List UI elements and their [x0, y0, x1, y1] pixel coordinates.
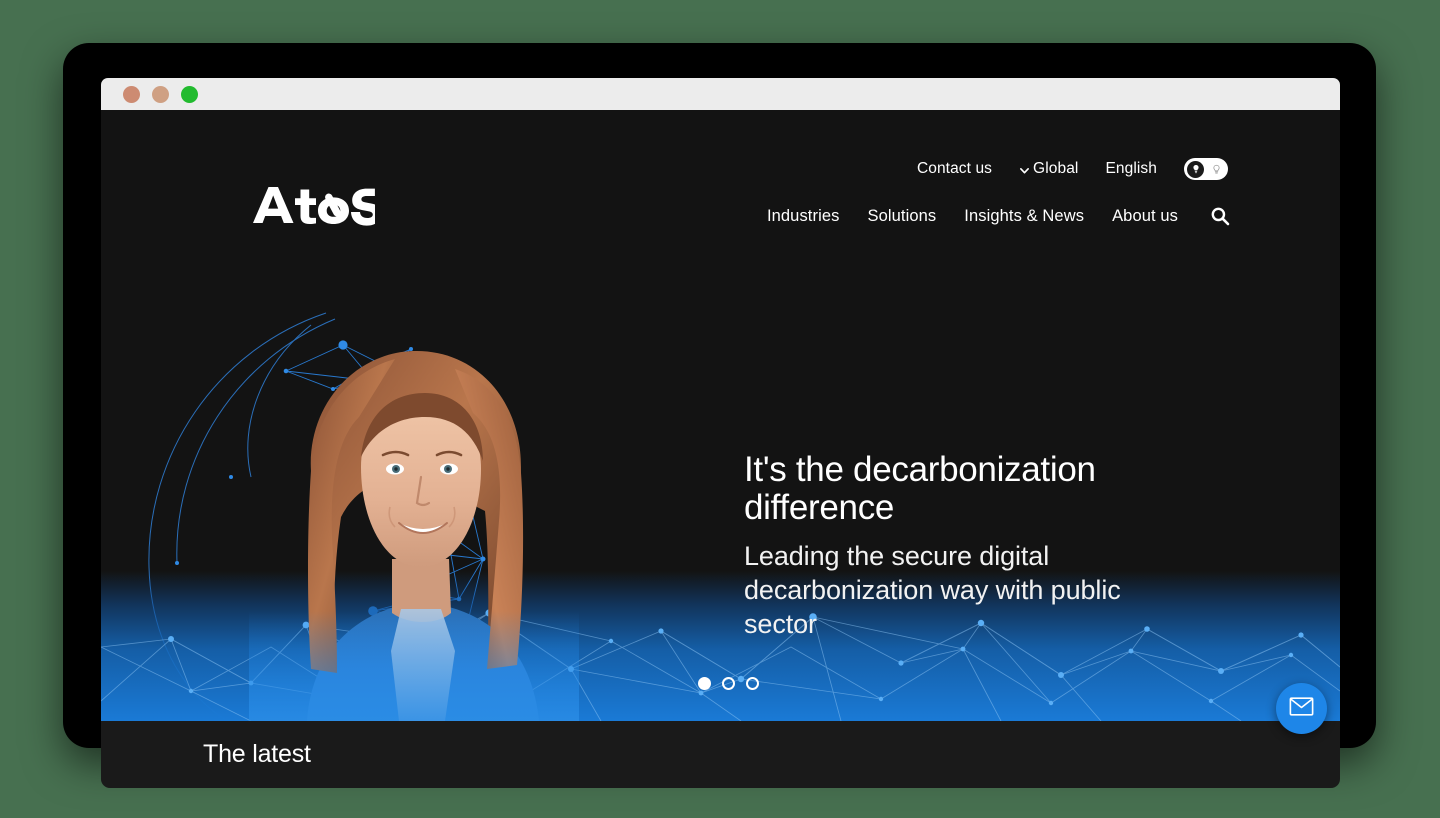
utility-link-region-selector[interactable]: Global [1019, 160, 1078, 178]
latest-section-title: The latest [203, 740, 311, 768]
hero-portrait-image [249, 350, 579, 721]
nav-item-about-us[interactable]: About us [1112, 207, 1178, 226]
hero-headline: It's the decarbonization difference [744, 450, 1096, 527]
carousel-dot-1[interactable] [698, 677, 711, 690]
chevron-down-icon [1019, 163, 1030, 174]
hero-text-block: It's the decarbonization difference Lead… [744, 451, 1164, 641]
carousel-dot-2[interactable] [722, 677, 735, 690]
nav-item-industries[interactable]: Industries [767, 207, 840, 226]
lightbulb-filled-icon [1187, 160, 1204, 178]
page-viewport: Contact us Global English Industries Sol… [101, 110, 1340, 721]
window-maximize-button[interactable] [181, 85, 198, 103]
envelope-icon [1289, 696, 1314, 721]
utility-navigation: Contact us Global English [917, 158, 1228, 180]
contact-floating-button[interactable] [1276, 683, 1327, 734]
atos-logo-wordmark [253, 187, 382, 226]
utility-link-contact-us[interactable]: Contact us [917, 160, 992, 178]
nav-item-insights-and-news[interactable]: Insights & News [964, 207, 1084, 226]
hero-banner: Contact us Global English Industries Sol… [101, 110, 1340, 721]
atos-logo[interactable] [251, 185, 382, 234]
carousel-dot-3[interactable] [746, 677, 759, 690]
window-minimize-button[interactable] [152, 85, 169, 103]
lightbulb-outline-icon [1211, 164, 1222, 175]
carousel-pagination [698, 677, 759, 690]
utility-link-label: English [1105, 160, 1157, 177]
theme-toggle[interactable] [1184, 158, 1228, 180]
latest-section-bar: The latest [101, 721, 1340, 788]
hero-subheadline: Leading the secure digital decarbonizati… [744, 540, 1121, 639]
utility-link-label: Contact us [916, 160, 993, 177]
nav-item-solutions[interactable]: Solutions [867, 207, 936, 226]
utility-link-label: Global [1033, 160, 1079, 177]
window-close-button[interactable] [123, 85, 140, 103]
search-icon[interactable] [1210, 206, 1230, 226]
utility-link-language-selector[interactable]: English [1105, 160, 1157, 178]
browser-window: Contact us Global English Industries Sol… [63, 43, 1376, 788]
browser-titlebar [101, 78, 1340, 110]
main-navigation: Industries Solutions Insights & News Abo… [767, 206, 1230, 226]
